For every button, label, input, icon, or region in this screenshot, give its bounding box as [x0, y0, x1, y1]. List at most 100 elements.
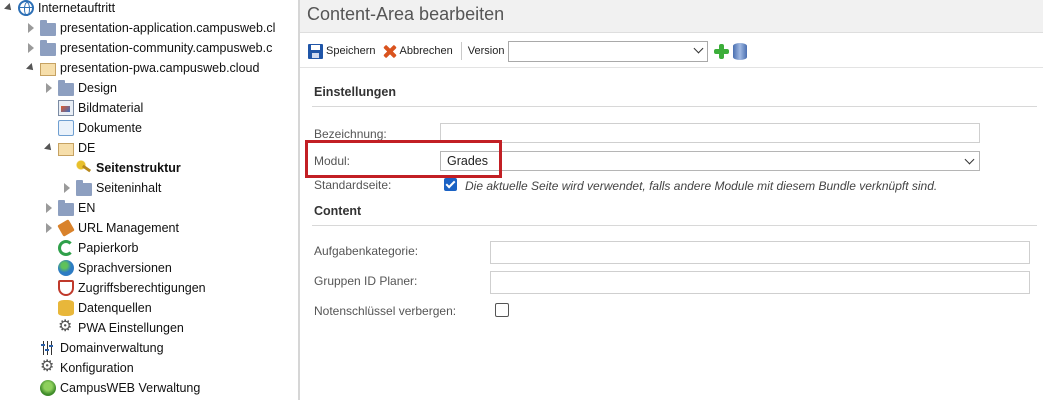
sliders-icon [40, 340, 56, 356]
tree-item-domainverwaltung[interactable]: Domainverwaltung [40, 338, 164, 358]
save-icon [308, 43, 323, 59]
save-button[interactable]: Speichern [308, 43, 376, 59]
folder-open-icon [40, 62, 56, 76]
tree-item-label: CampusWEB Verwaltung [60, 381, 201, 395]
tree-item-internetauftritt[interactable]: Internetauftritt [4, 0, 115, 18]
tree-item-de[interactable]: DE [44, 138, 95, 158]
collapse-toggle[interactable] [4, 0, 14, 18]
folder-open-icon [58, 142, 74, 156]
standardseite-label: Standardseite: [314, 178, 392, 192]
aufgabenkategorie-label: Aufgabenkategorie: [314, 244, 419, 258]
folder-icon [76, 179, 92, 196]
tree-item-label: Zugriffsberechtigungen [78, 281, 206, 295]
toolbar-divider [460, 42, 462, 60]
tree-item-label: Seitenstruktur [96, 161, 181, 175]
save-label: Speichern [326, 45, 376, 57]
tree-item-design[interactable]: Design [44, 78, 117, 98]
tree-item-url-management[interactable]: URL Management [44, 218, 179, 238]
tree-item-seiteninhalt[interactable]: Seiteninhalt [62, 178, 161, 198]
toolbar-divider [300, 67, 1043, 68]
recycle-icon [58, 240, 74, 256]
sidebar-tree: Internetauftritt presentation-applicatio… [0, 0, 298, 400]
tree-item-presentation-pwa[interactable]: presentation-pwa.campusweb.cloud [26, 58, 259, 78]
tree-item-pwa-einstellungen[interactable]: PWA Einstellungen [58, 317, 184, 338]
tree-item-label: presentation-pwa.campusweb.cloud [60, 61, 260, 75]
globe-icon [18, 0, 34, 16]
tree-item-label: EN [78, 201, 96, 215]
folder-icon [58, 79, 74, 96]
tree-item-papierkorb[interactable]: Papierkorb [58, 238, 138, 258]
tree-item-bildmaterial[interactable]: Bildmaterial [58, 98, 143, 118]
tree-item-label: URL Management [78, 221, 179, 235]
standardseite-hint: Die aktuelle Seite wird verwendet, falls… [465, 179, 938, 193]
gruppen-id-input[interactable] [490, 271, 1030, 294]
chevron-down-icon [694, 43, 704, 53]
database-icon[interactable] [733, 42, 748, 60]
cancel-button[interactable]: Abbrechen [382, 44, 453, 59]
expand-toggle[interactable] [44, 198, 54, 218]
tree-item-en[interactable]: EN [44, 198, 95, 218]
notenschluessel-label: Notenschlüssel verbergen: [314, 304, 457, 318]
tree-item-konfiguration[interactable]: Konfiguration [40, 357, 134, 378]
tree-item-zugriffsberechtigungen[interactable]: Zugriffsberechtigungen [58, 278, 206, 298]
tree-item-label: Domainverwaltung [60, 341, 164, 355]
tree-item-label: PWA Einstellungen [78, 321, 184, 335]
section-heading-einstellungen: Einstellungen [314, 85, 396, 99]
folder-icon [40, 19, 56, 36]
expand-toggle[interactable] [26, 18, 36, 38]
bezeichnung-input[interactable] [440, 123, 980, 143]
cancel-label: Abbrechen [399, 45, 453, 57]
tree-item-label: Design [78, 81, 117, 95]
aufgabenkategorie-input[interactable] [490, 241, 1030, 264]
shield-icon [58, 280, 74, 296]
version-select[interactable] [508, 40, 709, 62]
tree-item-sprachversionen[interactable]: Sprachversionen [58, 258, 172, 278]
notenschluessel-checkbox[interactable] [495, 303, 509, 317]
collapse-toggle[interactable] [44, 138, 54, 158]
collapse-toggle[interactable] [26, 58, 36, 78]
highlight-annotation [305, 140, 502, 178]
tree-item-seitenstruktur[interactable]: Seitenstruktur [76, 158, 181, 178]
gear-icon [58, 317, 74, 337]
toolbar: Speichern Abbrechen Version [308, 39, 748, 63]
folder-icon [58, 199, 74, 216]
tree-item-label: Datenquellen [78, 301, 152, 315]
tree-item-label: Konfiguration [60, 361, 134, 375]
expand-toggle[interactable] [44, 78, 54, 98]
standardseite-checkbox[interactable] [444, 178, 457, 191]
earth-icon [58, 260, 74, 276]
tree-item-label: DE [78, 141, 96, 155]
tree-item-label: Sprachversionen [78, 261, 172, 275]
image-icon [58, 100, 74, 116]
version-label: Version [467, 45, 505, 57]
tree-item-label: Bildmaterial [78, 101, 144, 115]
tag-icon [57, 219, 75, 237]
close-icon [382, 44, 397, 59]
page-title: Content-Area bearbeiten [307, 4, 505, 24]
main-panel: Content-Area bearbeiten Speichern Abbrec… [300, 0, 1043, 400]
section-divider [312, 225, 1037, 226]
tree-item-label: Papierkorb [78, 241, 139, 255]
gear-icon [40, 357, 56, 377]
folder-icon [40, 39, 56, 56]
tree-item-label: presentation-community.campusweb.c [60, 41, 273, 55]
tree-item-dokumente[interactable]: Dokumente [58, 118, 142, 138]
modul-select[interactable]: Grades [440, 151, 980, 171]
tree-item-presentation-community[interactable]: presentation-community.campusweb.c [26, 38, 272, 58]
tree-item-label: presentation-application.campusweb.cl [60, 21, 276, 35]
chevron-down-icon [964, 154, 975, 165]
expand-toggle[interactable] [26, 38, 36, 58]
tree-item-label: Dokumente [78, 121, 142, 135]
tree-item-datenquellen[interactable]: Datenquellen [58, 298, 152, 318]
add-version-icon[interactable] [713, 43, 730, 60]
tree-item-campusweb-verwaltung[interactable]: CampusWEB Verwaltung [40, 378, 200, 398]
expand-toggle[interactable] [44, 218, 54, 238]
documents-icon [58, 120, 74, 136]
tree-item-label: Internetauftritt [38, 1, 116, 15]
gruppen-id-label: Gruppen ID Planer: [314, 274, 418, 288]
expand-toggle[interactable] [62, 178, 72, 198]
tree-item-presentation-application[interactable]: presentation-application.campusweb.cl [26, 18, 275, 38]
campus-icon [40, 380, 56, 396]
section-divider [312, 106, 1037, 107]
section-heading-content: Content [314, 204, 362, 218]
